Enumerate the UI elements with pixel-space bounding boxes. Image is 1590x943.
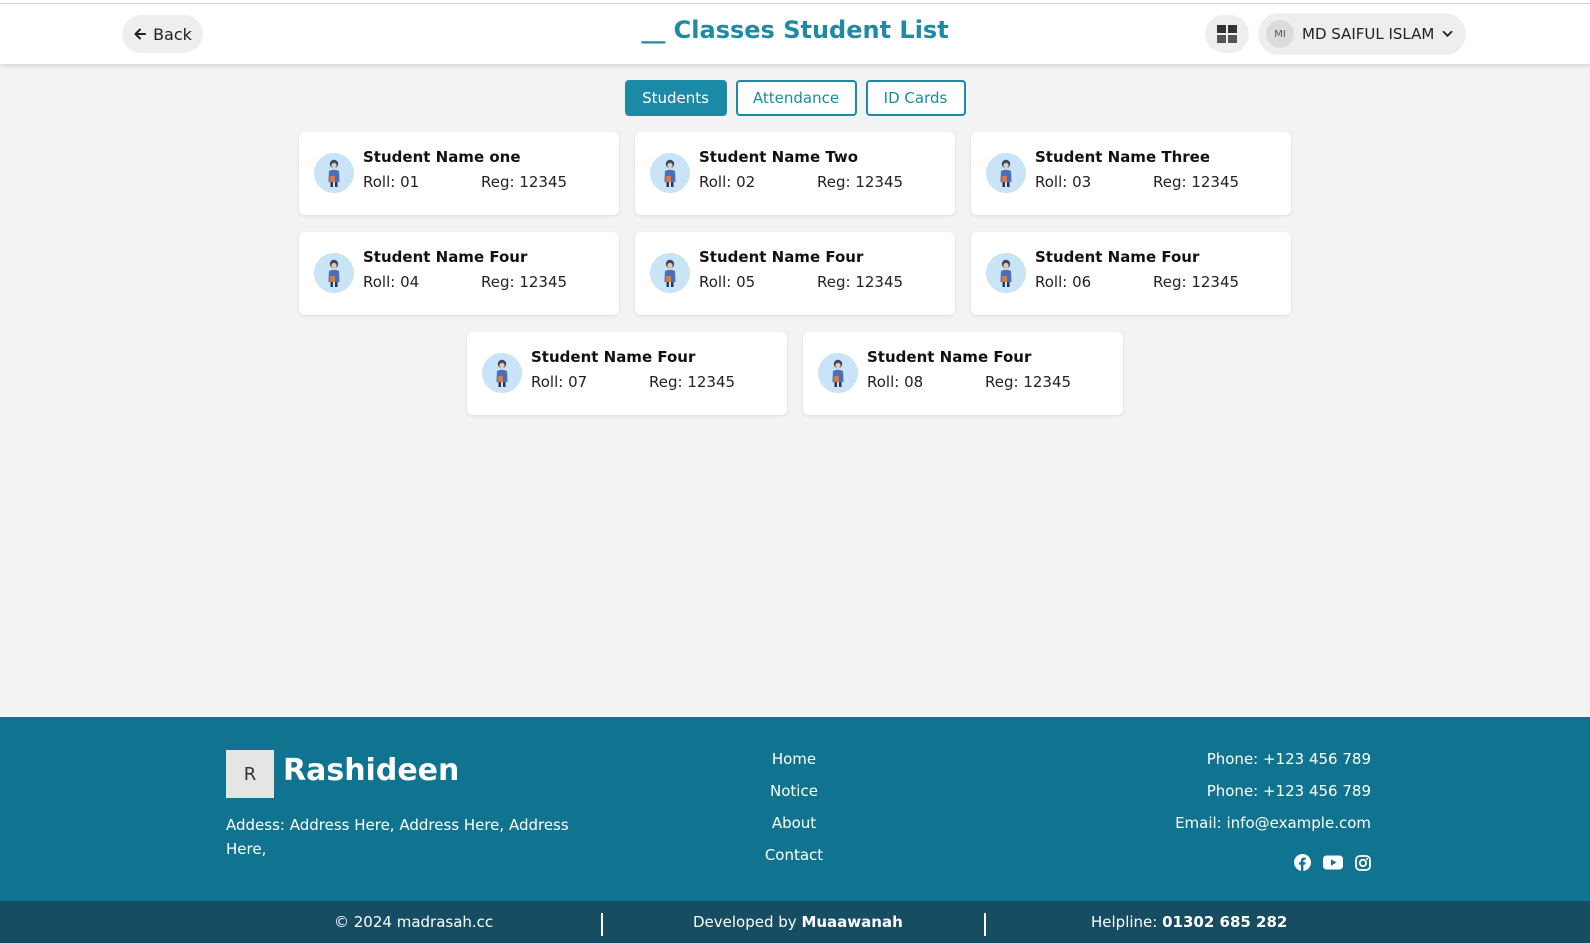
- student-name: Student Name Four: [1035, 248, 1200, 266]
- student-avatar: [986, 153, 1026, 193]
- student-roll: Roll: 08: [867, 373, 924, 391]
- student-avatar: [482, 353, 522, 393]
- divider: [984, 913, 986, 936]
- footer-link-home[interactable]: Home: [694, 749, 894, 781]
- student-card[interactable]: Student Name Four Roll: 04 Reg: 12345: [299, 232, 619, 315]
- facebook-icon[interactable]: [1294, 854, 1311, 871]
- student-reg: Reg: 12345: [817, 173, 904, 191]
- student-avatar: [650, 153, 690, 193]
- footer-email[interactable]: Email: info@example.com: [1175, 813, 1371, 845]
- student-name: Student Name Three: [1035, 148, 1210, 166]
- tab-attendance[interactable]: Attendance: [735, 80, 857, 116]
- footer-contact: Phone: +123 456 789 Phone: +123 456 789 …: [1175, 749, 1371, 845]
- student-avatar: [650, 253, 690, 293]
- site-footer: R Rashideen Addess: Address Here, Addres…: [0, 717, 1590, 901]
- footer-logo[interactable]: R: [226, 750, 274, 798]
- student-name: Student Name Four: [363, 248, 528, 266]
- footer-link-about[interactable]: About: [694, 813, 894, 845]
- student-avatar: [986, 253, 1026, 293]
- student-reg: Reg: 12345: [1153, 273, 1240, 291]
- footer-bottom-bar: © 2024 madrasah.cc Developed by Muaawana…: [0, 901, 1590, 943]
- instagram-icon[interactable]: [1355, 854, 1371, 871]
- copyright-text: © 2024 madrasah.cc: [334, 913, 494, 931]
- student-card[interactable]: Student Name Four Roll: 06 Reg: 12345: [971, 232, 1291, 315]
- app-grid-button[interactable]: [1205, 15, 1249, 53]
- student-name: Student Name Two: [699, 148, 859, 166]
- student-name: Student Name Four: [699, 248, 864, 266]
- student-roll: Roll: 05: [699, 273, 756, 291]
- user-name: MD SAIFUL ISLAM: [1302, 25, 1435, 43]
- grid-icon: [1217, 25, 1237, 43]
- student-reg: Reg: 12345: [481, 173, 568, 191]
- student-roll: Roll: 01: [363, 173, 420, 191]
- footer-phone-2: Phone: +123 456 789: [1206, 782, 1371, 800]
- student-roll: Roll: 07: [531, 373, 588, 391]
- footer-link-contact[interactable]: Contact: [694, 845, 894, 877]
- student-name: Student Name one: [363, 148, 521, 166]
- student-card[interactable]: Student Name one Roll: 01 Reg: 12345: [299, 132, 619, 215]
- student-name: Student Name Four: [531, 348, 696, 366]
- footer-phone-1: Phone: +123 456 789: [1206, 750, 1371, 768]
- student-card[interactable]: Student Name Four Roll: 08 Reg: 12345: [803, 332, 1123, 415]
- student-name: Student Name Four: [867, 348, 1032, 366]
- chevron-down-icon: [1442, 30, 1453, 38]
- helpline-number[interactable]: 01302 685 282: [1162, 913, 1287, 931]
- student-card[interactable]: Student Name Four Roll: 05 Reg: 12345: [635, 232, 955, 315]
- divider: [601, 913, 603, 936]
- footer-brand[interactable]: Rashideen: [283, 753, 459, 788]
- student-avatar: [818, 353, 858, 393]
- student-reg: Reg: 12345: [817, 273, 904, 291]
- footer-nav: Home Notice About Contact: [694, 749, 894, 877]
- user-avatar: MI: [1266, 20, 1294, 48]
- social-links: [1294, 854, 1371, 871]
- footer-link-notice[interactable]: Notice: [694, 781, 894, 813]
- student-roll: Roll: 03: [1035, 173, 1092, 191]
- helpline-prefix: Helpline:: [1091, 913, 1163, 931]
- student-avatar: [314, 153, 354, 193]
- youtube-icon[interactable]: [1323, 855, 1343, 870]
- tab-students[interactable]: Students: [624, 80, 727, 116]
- student-card-grid: Student Name one Roll: 01 Reg: 12345 Stu…: [0, 132, 1590, 415]
- student-roll: Roll: 06: [1035, 273, 1092, 291]
- student-roll: Roll: 02: [699, 173, 756, 191]
- student-card[interactable]: Student Name Two Roll: 02 Reg: 12345: [635, 132, 955, 215]
- student-reg: Reg: 12345: [649, 373, 736, 391]
- helpline: Helpline: 01302 685 282: [1091, 913, 1287, 931]
- student-avatar: [314, 253, 354, 293]
- developed-prefix: Developed by: [693, 913, 802, 931]
- user-menu[interactable]: MI MD SAIFUL ISLAM: [1258, 13, 1466, 55]
- developer-link[interactable]: Muaawanah: [801, 913, 902, 931]
- student-reg: Reg: 12345: [985, 373, 1072, 391]
- student-roll: Roll: 04: [363, 273, 420, 291]
- student-card[interactable]: Student Name Three Roll: 03 Reg: 12345: [971, 132, 1291, 215]
- app-header: Back __ Classes Student List MI MD SAIFU…: [0, 4, 1590, 64]
- student-reg: Reg: 12345: [481, 273, 568, 291]
- student-card[interactable]: Student Name Four Roll: 07 Reg: 12345: [467, 332, 787, 415]
- student-reg: Reg: 12345: [1153, 173, 1240, 191]
- footer-address: Addess: Address Here, Address Here, Addr…: [226, 816, 569, 858]
- view-tabs: Students Attendance ID Cards: [0, 80, 1590, 116]
- tab-id-cards[interactable]: ID Cards: [865, 80, 966, 116]
- developed-by: Developed by Muaawanah: [693, 913, 903, 931]
